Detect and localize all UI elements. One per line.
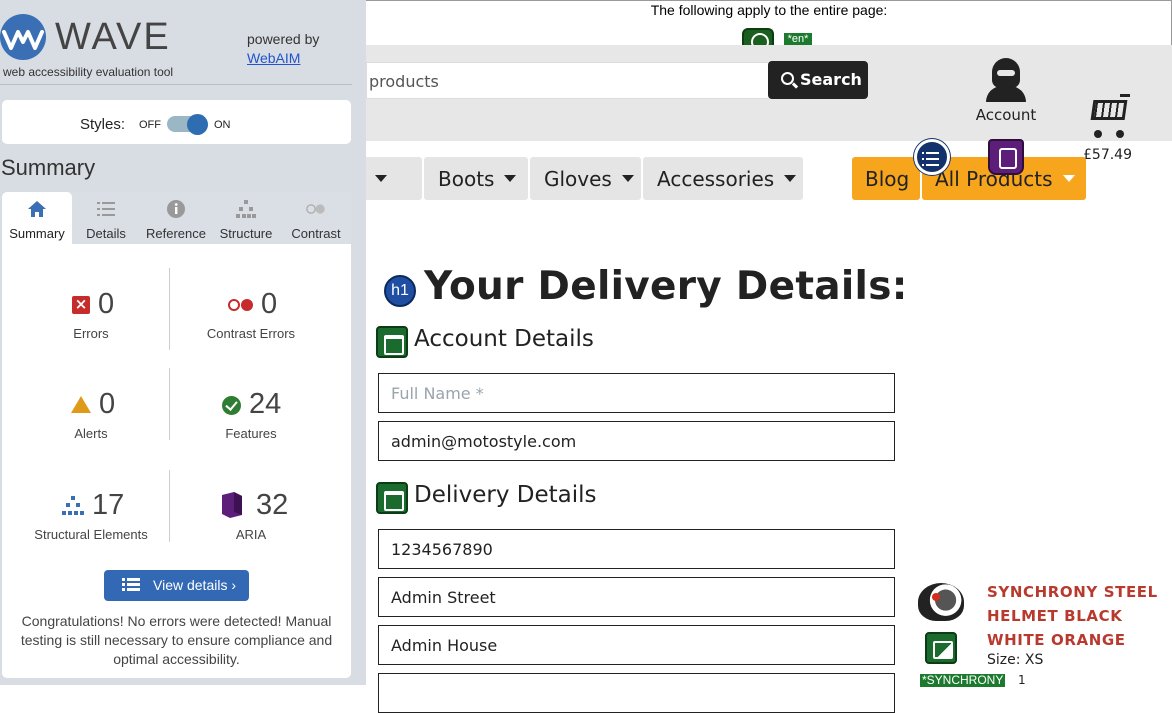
- wave-subtitle: web accessibility evaluation tool: [3, 65, 174, 79]
- account-details-heading: Account Details: [414, 326, 594, 352]
- chevron-down-icon: [621, 175, 634, 182]
- list-icon: [97, 202, 115, 216]
- congratulations-message: Congratulations! No errors were detected…: [20, 613, 333, 667]
- contrast-icon: [306, 204, 325, 214]
- account-label: Account: [975, 106, 1037, 124]
- chevron-down-icon: [1062, 175, 1075, 182]
- wave-aria-icon[interactable]: [988, 139, 1024, 175]
- contrast-errors-label: Contrast Errors: [206, 326, 296, 341]
- wave-sidebar: WAVE web accessibility evaluation tool p…: [0, 0, 366, 685]
- tab-contrast[interactable]: Contrast: [281, 192, 351, 244]
- wave-image-icon[interactable]: [925, 632, 957, 664]
- address-line1-field[interactable]: Admin Street: [378, 577, 895, 617]
- product-name[interactable]: SYNCHRONY STEEL HELMET BLACK WHITE ORANG…: [987, 580, 1167, 652]
- chevron-down-icon: [375, 175, 388, 182]
- aria-count[interactable]: 32: [256, 489, 288, 522]
- wave-list-icon[interactable]: [914, 139, 950, 175]
- nav-item-blog[interactable]: Blog: [852, 157, 920, 200]
- phone-field[interactable]: 1234567890: [378, 529, 895, 569]
- styles-on-label: ON: [214, 119, 231, 131]
- styles-label: Styles:: [80, 116, 126, 133]
- hierarchy-icon: [236, 200, 256, 218]
- alt-text-tag: *SYNCHRONY: [920, 673, 1006, 687]
- tab-reference[interactable]: Reference: [141, 192, 211, 244]
- summary-heading: Summary: [1, 155, 96, 180]
- contrast-error-icon: [228, 299, 254, 311]
- full-name-field[interactable]: Full Name *: [378, 373, 895, 413]
- structural-count[interactable]: 17: [92, 489, 124, 522]
- search-button-label: Search: [800, 70, 862, 89]
- cart-total[interactable]: £57.49: [1083, 147, 1132, 163]
- wave-fieldset-icon[interactable]: [376, 326, 408, 358]
- errors-label: Errors: [73, 326, 109, 341]
- alert-triangle-icon: [71, 396, 91, 413]
- aria-label: ARIA: [235, 527, 267, 542]
- email-field[interactable]: admin@motostyle.com: [378, 421, 895, 461]
- divider: [0, 84, 352, 85]
- search-input[interactable]: products: [366, 62, 768, 99]
- alerts-label: Alerts: [74, 426, 108, 441]
- tab-summary[interactable]: Summary: [2, 192, 72, 244]
- wave-title: WAVE: [55, 16, 171, 58]
- view-details-label: View details ›: [153, 577, 237, 593]
- features-label: Features: [225, 426, 277, 441]
- styles-off-label: OFF: [139, 119, 161, 131]
- features-count[interactable]: 24: [249, 388, 281, 421]
- product-thumbnail[interactable]: [918, 583, 964, 621]
- product-size: Size: XS: [987, 652, 1044, 668]
- wave-fieldset-icon[interactable]: [376, 482, 408, 514]
- search-button[interactable]: Search: [768, 61, 868, 99]
- list-icon: [122, 578, 140, 592]
- nav-item-boots[interactable]: Boots: [424, 157, 528, 200]
- page-notice-text: The following apply to the entire page:: [650, 2, 888, 18]
- language-tag: *en*: [784, 33, 812, 45]
- error-x-icon: ×: [72, 296, 90, 314]
- wave-logo-icon: [0, 14, 46, 60]
- chevron-down-icon: [784, 175, 797, 182]
- address-line3-field[interactable]: [378, 673, 895, 713]
- home-icon: [28, 201, 46, 217]
- account-icon: [992, 58, 1020, 88]
- view-details-button[interactable]: View details ›: [104, 570, 249, 601]
- account-link[interactable]: Account: [970, 56, 1042, 126]
- language-globe-icon[interactable]: [742, 28, 774, 51]
- powered-by-label: powered by: [247, 31, 320, 47]
- alerts-count[interactable]: 0: [99, 388, 115, 421]
- structural-label: Structural Elements: [34, 527, 148, 542]
- aria-cube-icon: [222, 492, 242, 518]
- page-title: Your Delivery Details:: [424, 264, 908, 309]
- tab-structure[interactable]: Structure: [211, 192, 281, 244]
- nav-item-accessories[interactable]: Accessories: [643, 157, 803, 200]
- errors-count[interactable]: 0: [98, 288, 114, 321]
- webaim-link[interactable]: WebAIM: [247, 50, 300, 66]
- cart-icon[interactable]: [1084, 94, 1134, 140]
- tab-details[interactable]: Details: [71, 192, 141, 244]
- wave-h1-icon[interactable]: h1: [384, 275, 416, 307]
- check-circle-icon: [222, 396, 241, 415]
- delivery-details-heading: Delivery Details: [414, 482, 597, 508]
- contrast-errors-count[interactable]: 0: [261, 288, 277, 321]
- info-icon: [167, 200, 185, 218]
- chevron-down-icon: [504, 175, 517, 182]
- styles-toggle-knob[interactable]: [187, 114, 208, 135]
- search-icon: [781, 72, 794, 85]
- nav-item-gloves[interactable]: Gloves: [530, 157, 641, 200]
- address-line2-field[interactable]: Admin House: [378, 625, 895, 665]
- hierarchy-icon: [62, 496, 84, 515]
